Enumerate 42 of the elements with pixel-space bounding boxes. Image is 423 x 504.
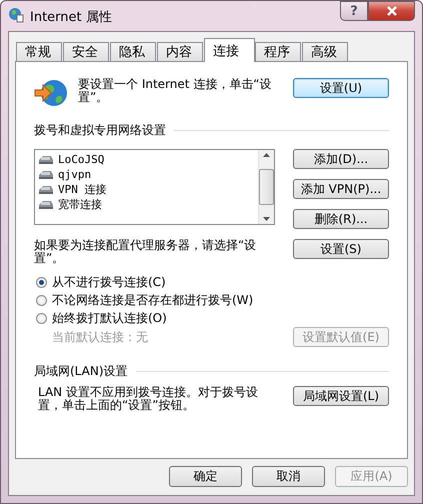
- dial-option-radio[interactable]: 始终拨打默认连接(O): [36, 309, 389, 327]
- scroll-down-icon[interactable]: [263, 217, 270, 221]
- connection-item[interactable]: qjvpn: [38, 167, 255, 182]
- list-action-button[interactable]: 添加 VPN(P)...: [293, 179, 389, 199]
- scrollbar[interactable]: [258, 150, 274, 224]
- connection-item[interactable]: VPN 连接: [38, 182, 255, 197]
- lan-settings-button[interactable]: 局域网设置(L): [293, 386, 389, 406]
- app-icon: [8, 7, 24, 23]
- dialog-button[interactable]: 取消: [252, 466, 325, 487]
- network-icon: [38, 184, 54, 196]
- connections-list[interactable]: LoCoJSQ qjvpn VPN 连接 宽带连接: [34, 149, 275, 225]
- lan-description: LAN 设置不应用到拨号连接。对于拨号设置，单击上面的“设置”按钮。: [37, 386, 259, 412]
- default-connection-label: 当前默认连接：无: [51, 328, 148, 346]
- setup-button[interactable]: 设置(U): [293, 78, 389, 98]
- tab[interactable]: 连接: [204, 38, 255, 62]
- close-button[interactable]: [368, 1, 415, 21]
- window-title: Internet 属性: [30, 9, 113, 26]
- scroll-up-icon[interactable]: [263, 153, 270, 157]
- dialog-button[interactable]: 确定: [169, 466, 242, 487]
- connection-item[interactable]: 宽带连接: [38, 197, 255, 212]
- proxy-settings-button[interactable]: 设置(S): [293, 239, 389, 259]
- setup-description: 要设置一个 Internet 连接，单击“设置”。: [78, 78, 272, 106]
- tab[interactable]: 隐私: [110, 42, 156, 62]
- network-icon: [38, 168, 54, 180]
- dial-option-radio[interactable]: 不论网络连接是否存在都进行拨号(W): [36, 291, 389, 309]
- tab[interactable]: 安全: [63, 42, 109, 62]
- dial-option-radio[interactable]: 从不进行拨号连接(C): [36, 273, 389, 291]
- globe-icon: [34, 78, 68, 108]
- tab[interactable]: 程序: [255, 42, 301, 62]
- list-action-button[interactable]: 添加(D)...: [293, 149, 389, 169]
- close-icon: [386, 6, 398, 16]
- help-button[interactable]: ?: [340, 1, 368, 21]
- section-heading: 局域网(LAN)设置: [34, 363, 128, 380]
- section-heading: 拨号和虚拟专用网络设置: [34, 122, 166, 139]
- network-icon: [38, 154, 54, 166]
- proxy-description: 如果要为连接配置代理服务器，请选择“设置”。: [34, 239, 258, 265]
- tab[interactable]: 常规: [16, 42, 62, 62]
- tab[interactable]: 内容: [157, 42, 203, 62]
- list-action-button[interactable]: 删除(R)...: [293, 209, 389, 229]
- connection-item[interactable]: LoCoJSQ: [38, 152, 255, 167]
- tab[interactable]: 高级: [302, 42, 348, 62]
- network-icon: [38, 198, 54, 210]
